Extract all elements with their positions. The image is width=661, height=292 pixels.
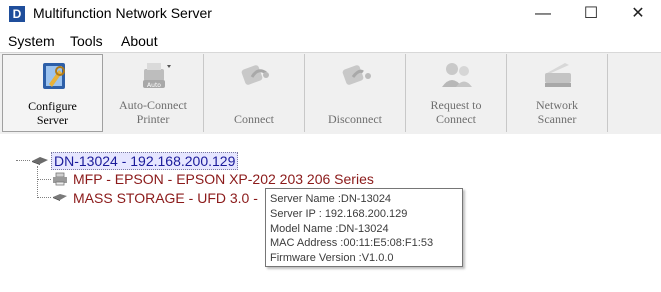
network-scanner-button[interactable]: Network Scanner bbox=[507, 54, 608, 132]
tree-item-mfp[interactable]: MFP - EPSON - EPSON XP-202 203 206 Serie… bbox=[73, 171, 374, 187]
tree-root-server[interactable]: DN-13024 - 192.168.200.129 bbox=[51, 152, 239, 170]
toolbar: Configure Server Auto Auto-Connect Print… bbox=[0, 52, 661, 135]
disconnect-button[interactable]: Disconnect bbox=[305, 54, 406, 132]
tree-item-mass-storage[interactable]: MASS STORAGE - UFD 3.0 - bbox=[73, 190, 258, 206]
tree-connector bbox=[37, 166, 38, 198]
tooltip-firmware-version: Firmware Version :V1.0.0 bbox=[270, 252, 394, 265]
tooltip-mac-address: MAC Address :00:11:E5:08:F1:53 bbox=[270, 237, 434, 250]
storage-icon bbox=[53, 194, 67, 201]
configure-server-button[interactable]: Configure Server bbox=[2, 54, 103, 132]
title-bar: D Multifunction Network Server — ☐ ✕ bbox=[0, 0, 661, 28]
connect-label: Connect bbox=[234, 112, 274, 126]
connect-button[interactable]: Connect bbox=[204, 54, 305, 132]
close-button[interactable]: ✕ bbox=[615, 0, 661, 28]
minimize-button[interactable]: — bbox=[520, 0, 566, 28]
server-device-icon bbox=[32, 157, 48, 165]
auto-connect-printer-button[interactable]: Auto Auto-Connect Printer bbox=[103, 54, 204, 132]
configure-server-label: Configure Server bbox=[28, 99, 77, 127]
network-scanner-label: Network Scanner bbox=[536, 98, 578, 126]
app-icon: D bbox=[9, 6, 25, 22]
menu-system[interactable]: System bbox=[8, 33, 55, 49]
printer-icon bbox=[53, 172, 67, 186]
configure-server-icon bbox=[43, 63, 65, 89]
auto-connect-printer-icon: Auto bbox=[143, 63, 171, 89]
svg-text:Auto: Auto bbox=[147, 82, 161, 89]
disconnect-icon bbox=[342, 65, 371, 85]
tree-connector bbox=[37, 197, 51, 198]
request-connect-button[interactable]: Request to Connect bbox=[406, 54, 507, 132]
tooltip-server-name: Server Name :DN-13024 bbox=[270, 193, 392, 205]
request-connect-label: Request to Connect bbox=[430, 98, 482, 126]
tree-connector bbox=[16, 160, 30, 161]
menu-tools[interactable]: Tools bbox=[70, 33, 103, 49]
maximize-button[interactable]: ☐ bbox=[568, 0, 614, 28]
connect-icon bbox=[241, 65, 269, 85]
menu-bar: System Tools About bbox=[0, 30, 661, 52]
tooltip-model-name: Model Name :DN-13024 bbox=[270, 222, 389, 235]
tooltip-server-ip: Server IP : 192.168.200.129 bbox=[270, 207, 408, 220]
server-info-tooltip: Server Name :DN-13024 Server IP : 192.16… bbox=[265, 188, 463, 267]
window-title: Multifunction Network Server bbox=[33, 5, 212, 21]
network-scanner-icon bbox=[545, 63, 571, 87]
disconnect-label: Disconnect bbox=[328, 112, 382, 126]
request-connect-icon bbox=[442, 63, 472, 87]
auto-connect-printer-label: Auto-Connect Printer bbox=[119, 98, 187, 126]
tree-connector bbox=[37, 179, 51, 180]
menu-about[interactable]: About bbox=[121, 33, 158, 49]
